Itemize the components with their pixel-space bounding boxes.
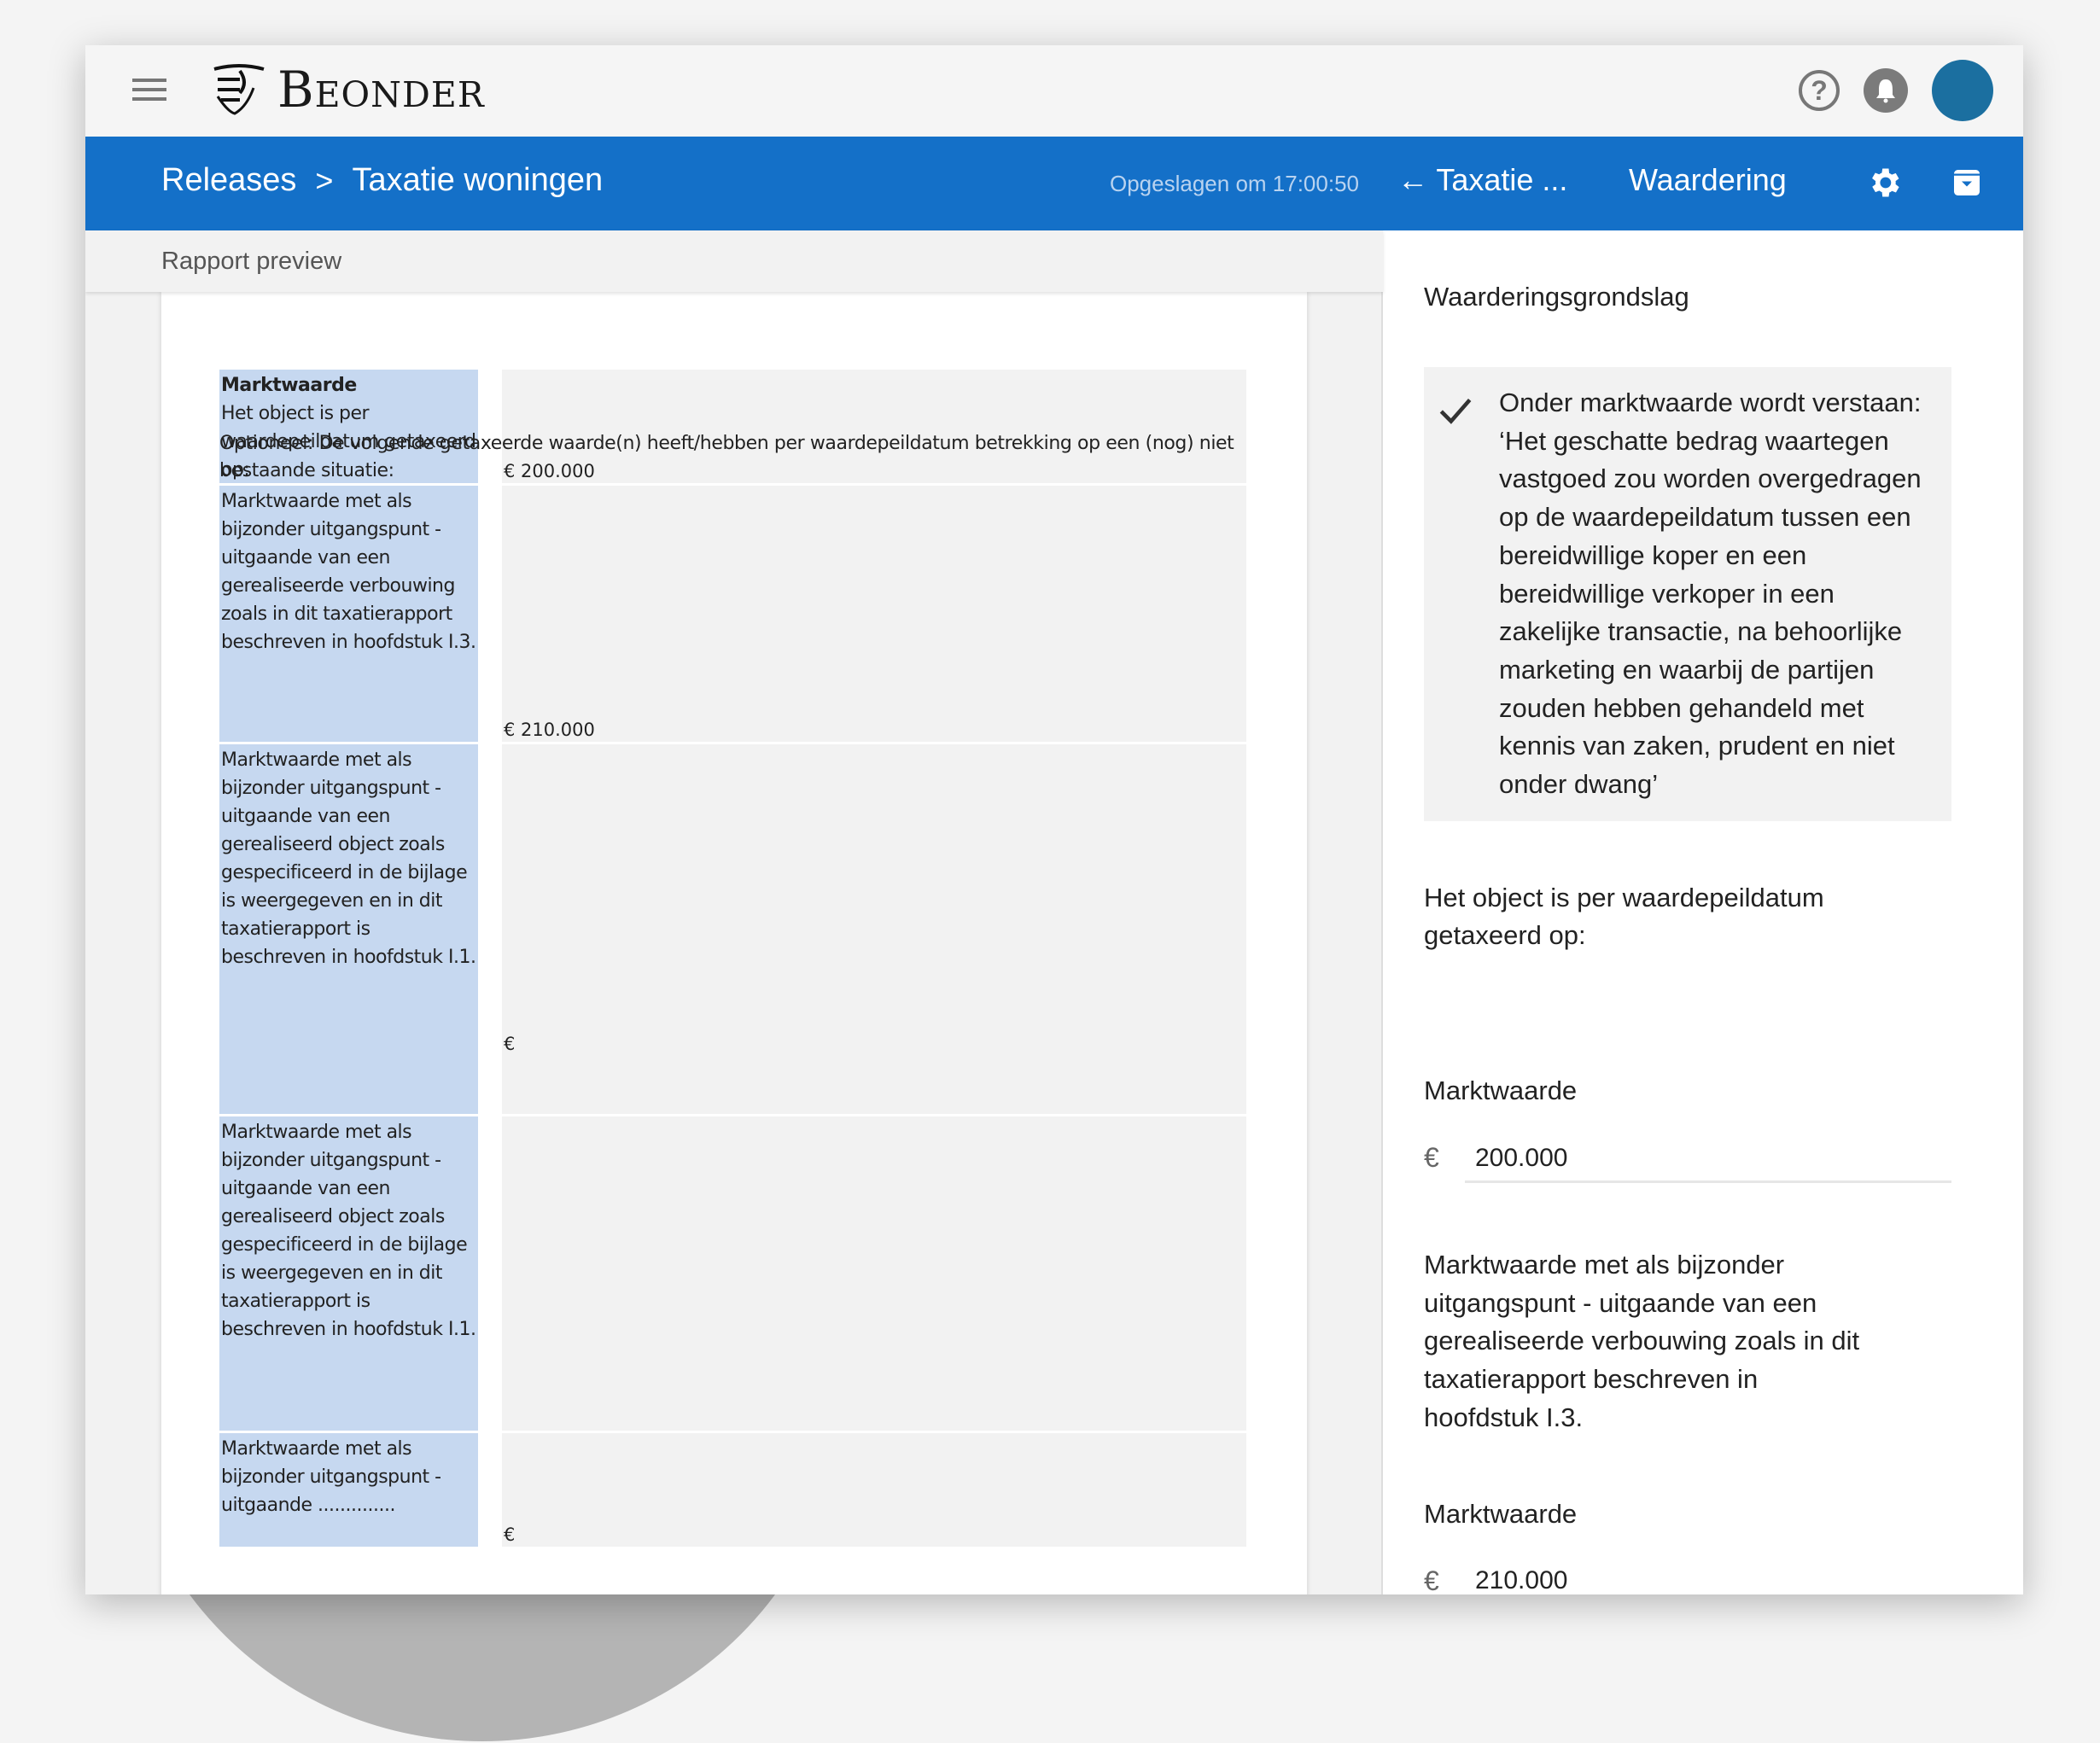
section-title: Waarderingsgrondslag [1424, 282, 1689, 312]
saved-status: Opgeslagen om 17:00:50 [1110, 171, 1359, 196]
shield-logo-icon [213, 64, 265, 115]
row-value-text: € [504, 1524, 516, 1545]
preview-header: Rapport preview [85, 230, 1383, 292]
row-value [502, 1116, 1246, 1431]
help-circle-icon[interactable]: ? [1799, 70, 1840, 111]
table-row: Marktwaarde met als bijzonder uitgangspu… [219, 486, 1246, 742]
current-section-label[interactable]: Waardering [1629, 162, 1787, 198]
euro-prefix: € [1424, 1142, 1439, 1173]
checkmark-icon [1439, 398, 1472, 424]
special-assumption-text: Marktwaarde met als bijzonder uitgangspu… [1424, 1250, 1860, 1432]
field1-label: Marktwaarde [1424, 1076, 1578, 1105]
bell-icon[interactable] [1864, 68, 1908, 113]
definition-option[interactable]: Onder marktwaarde wordt verstaan: ‘Het g… [1424, 367, 1951, 821]
brand-name: Beonder [277, 61, 485, 119]
marktwaarde-input[interactable] [1465, 1135, 1951, 1183]
marktwaarde-verbouwing-field: € [1424, 1559, 1951, 1594]
marktwaarde-field: € [1424, 1135, 1951, 1186]
breadcrumb: Releases > Taxatie woningen [161, 162, 603, 199]
valuation-form: Waarderingsgrondslag Onder marktwaarde w… [1385, 230, 2023, 1594]
row-value: € 210.000 [502, 486, 1246, 742]
save-box-icon[interactable] [1951, 167, 1983, 198]
table-row: Marktwaarde met als bijzonder uitgangspu… [219, 1116, 1246, 1431]
row-label: Marktwaarde met als bijzonder uitgangspu… [219, 1116, 478, 1431]
marktwaarde-verbouwing-input[interactable] [1465, 1559, 1951, 1594]
table-row: Marktwaarde met als bijzonder uitgangspu… [219, 1433, 1246, 1547]
top-bar: Beonder ? [85, 45, 2023, 137]
row-label: Marktwaarde met als bijzonder uitgangspu… [219, 486, 478, 742]
section-toolbar: Releases > Taxatie woningen Opgeslagen o… [85, 137, 2023, 230]
table-row: Marktwaarde met als bijzonder uitgangspu… [219, 744, 1246, 1114]
preview-title: Rapport preview [161, 248, 342, 275]
row-value: € [502, 744, 1246, 1114]
row-value-text: € [504, 1034, 516, 1054]
row-value: € [502, 1433, 1246, 1547]
hamburger-menu-icon[interactable] [132, 74, 166, 105]
app-window: Beonder ? Releases > Taxatie woningen Op… [85, 45, 2023, 1594]
back-to-taxatie-button[interactable]: ← Taxatie ... [1397, 162, 1567, 198]
gear-icon[interactable] [1865, 164, 1903, 201]
brand-logo[interactable]: Beonder [209, 59, 485, 120]
report-page: Marktwaarde Het object is per waardepeil… [161, 292, 1307, 1594]
optional-note: Optioneel: De volgende getaxeerde waarde… [219, 433, 1234, 481]
report-preview[interactable]: Marktwaarde Het object is per waardepeil… [85, 292, 1383, 1594]
definition-text: Onder marktwaarde wordt verstaan: ‘Het g… [1499, 388, 1922, 800]
row-value-text: € 210.000 [504, 720, 595, 740]
row-label: Marktwaarde met als bijzonder uitgangspu… [219, 1433, 478, 1547]
breadcrumb-releases[interactable]: Releases [161, 162, 296, 199]
chevron-right-icon: > [315, 162, 334, 198]
field2-label: Marktwaarde [1424, 1499, 1578, 1529]
intro-text: Het object is per waardepeildatum getaxe… [1424, 883, 1824, 950]
breadcrumb-current: Taxatie woningen [352, 162, 604, 198]
euro-prefix: € [1424, 1565, 1439, 1594]
user-avatar[interactable] [1932, 60, 1993, 121]
row-label-title: Marktwaarde [221, 375, 357, 396]
row-label: Marktwaarde met als bijzonder uitgangspu… [219, 744, 478, 1114]
